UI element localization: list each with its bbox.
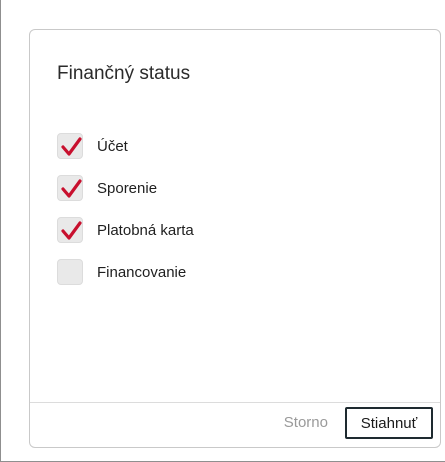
checkbox-sporenie[interactable]	[57, 175, 83, 201]
dialog-footer: Storno Stiahnuť	[30, 402, 440, 447]
option-sporenie[interactable]: Sporenie	[57, 167, 194, 209]
checkmark-icon	[61, 179, 82, 198]
option-label: Sporenie	[97, 179, 158, 197]
checkbox-ucet[interactable]	[57, 133, 83, 159]
option-platobna-karta[interactable]: Platobná karta	[57, 209, 194, 251]
window-frame: Finančný status Účet Sporenie Platobná k…	[0, 0, 445, 462]
option-label: Financovanie	[97, 263, 187, 281]
download-button[interactable]: Stiahnuť	[345, 407, 433, 439]
financial-status-dialog: Finančný status Účet Sporenie Platobná k…	[29, 29, 441, 448]
checkbox-financovanie[interactable]	[57, 259, 83, 285]
checkmark-icon	[61, 221, 82, 240]
option-ucet[interactable]: Účet	[57, 125, 194, 167]
cancel-button[interactable]: Storno	[284, 414, 328, 431]
option-label: Účet	[97, 137, 128, 155]
options-list: Účet Sporenie Platobná karta Financovani…	[57, 125, 194, 293]
option-financovanie[interactable]: Financovanie	[57, 251, 194, 293]
option-label: Platobná karta	[97, 221, 194, 239]
dialog-title: Finančný status	[57, 63, 191, 84]
checkmark-icon	[61, 137, 82, 156]
checkbox-platobna-karta[interactable]	[57, 217, 83, 243]
